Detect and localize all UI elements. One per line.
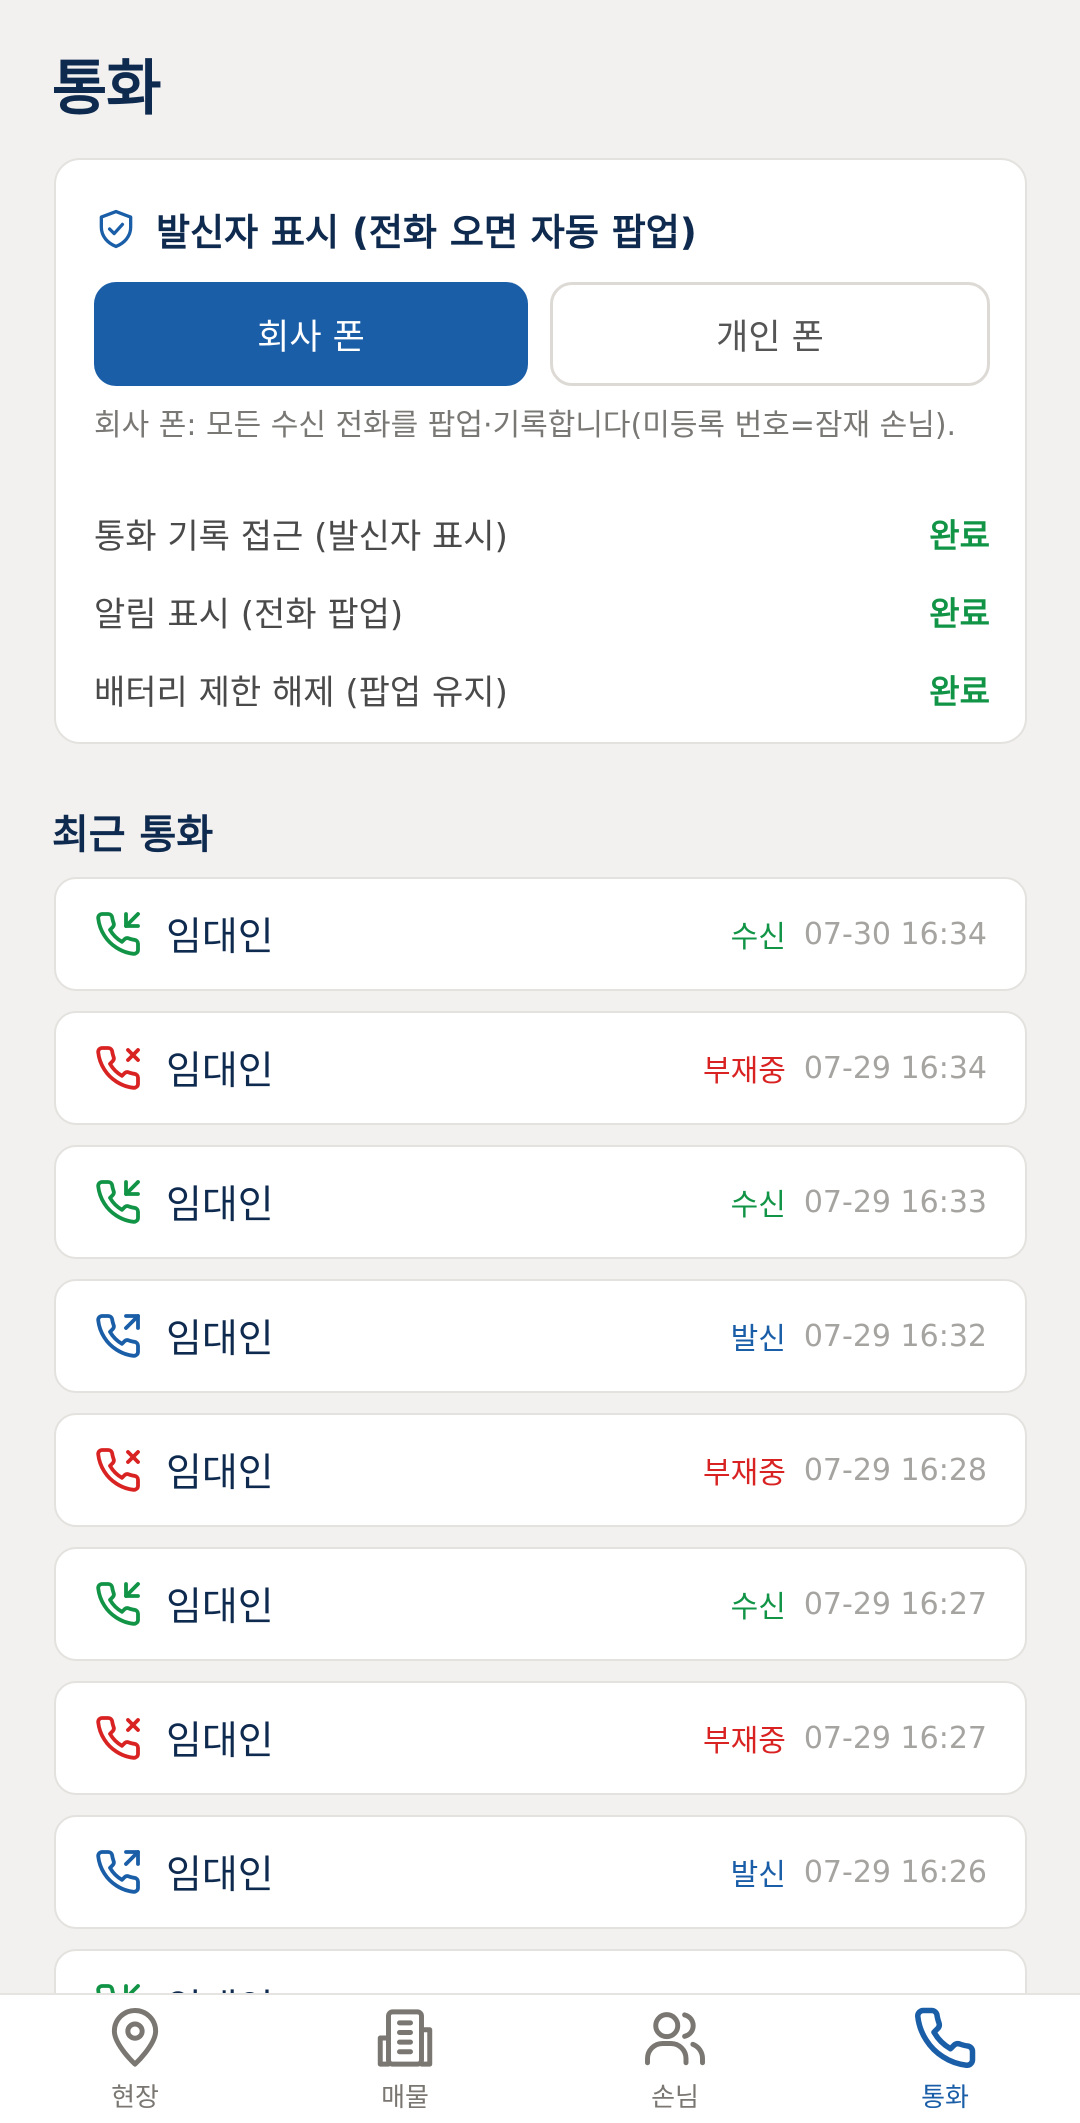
phone-icon bbox=[915, 2007, 976, 2068]
permission-status: 완료 bbox=[929, 516, 990, 555]
call-time: 07-30 16:34 bbox=[803, 916, 987, 952]
permission-row-call-log: 통화 기록 접근 (발신자 표시) 완료 bbox=[94, 494, 990, 572]
nav-label: 매물 bbox=[381, 2082, 429, 2113]
outgoing-call-icon bbox=[96, 1850, 140, 1894]
call-log-row[interactable]: 임대인수신 bbox=[54, 1949, 1027, 1993]
missed-call-icon bbox=[96, 1448, 140, 1492]
call-log-row[interactable]: 임대인 수신 07-29 16:27 bbox=[54, 1547, 1027, 1661]
caller-name: 임대인 bbox=[166, 1719, 274, 1764]
building-icon bbox=[377, 2008, 433, 2067]
incoming-call-icon bbox=[96, 1984, 140, 1993]
permission-label: 통화 기록 접근 (발신자 표시) bbox=[94, 516, 508, 557]
outgoing-call-icon bbox=[96, 1314, 140, 1358]
call-type-label: 수신 bbox=[914, 1984, 969, 1993]
call-type-label: 부재중 bbox=[703, 1054, 786, 1089]
nav-item-listings[interactable]: 매물 bbox=[270, 1995, 540, 2123]
recent-calls-list: 임대인 수신 07-30 16:34 임대인 부재중 07-29 16:34 임대인 수신 07… bbox=[54, 877, 1027, 1993]
call-type-label: 수신 bbox=[730, 920, 786, 955]
caller-id-description: 회사 폰: 모든 수신 전화를 팝업·기록합니다(미등록 번호=잠재 손님). bbox=[94, 408, 957, 443]
caller-id-card: 발신자 표시 (전화 오면 자동 팝업) 회사 폰 개인 폰 회사 폰: 모든 … bbox=[54, 158, 1027, 744]
permission-status: 완료 bbox=[929, 594, 990, 633]
call-log-row[interactable]: 임대인 수신 07-29 16:33 bbox=[54, 1145, 1027, 1259]
caller-name: 임대인 bbox=[166, 1853, 274, 1898]
permission-label: 알림 표시 (전화 팝업) bbox=[94, 594, 404, 635]
permission-list: 통화 기록 접근 (발신자 표시) 완료 알림 표시 (전화 팝업) 완료 배터… bbox=[94, 494, 990, 728]
call-time: 07-29 16:27 bbox=[803, 1586, 987, 1622]
users-icon bbox=[645, 2011, 705, 2065]
caller-name: 임대인 bbox=[166, 1978, 914, 1993]
incoming-call-icon bbox=[96, 1180, 140, 1224]
call-time: 07-29 16:33 bbox=[803, 1184, 987, 1220]
calls-screen: 통화 발신자 표시 (전화 오면 자동 팝업) 회사 폰 개인 폰 회사 폰: … bbox=[0, 0, 1080, 2123]
call-type-label: 발신 bbox=[730, 1858, 786, 1893]
call-type-label: 부재중 bbox=[703, 1456, 786, 1491]
shield-check-icon bbox=[99, 209, 133, 249]
call-log-row[interactable]: 임대인 부재중 07-29 16:34 bbox=[54, 1011, 1027, 1125]
nav-label: 통화 bbox=[921, 2082, 969, 2113]
call-type-label: 부재중 bbox=[703, 1724, 786, 1759]
nav-label: 손님 bbox=[651, 2082, 699, 2113]
permission-row-battery: 배터리 제한 해제 (팝업 유지) 완료 bbox=[94, 650, 990, 728]
caller-name: 임대인 bbox=[166, 915, 274, 960]
permission-row-notification: 알림 표시 (전화 팝업) 완료 bbox=[94, 572, 990, 650]
call-type-label: 발신 bbox=[730, 1322, 786, 1357]
permission-status: 완료 bbox=[929, 672, 990, 711]
nav-label: 현장 bbox=[111, 2082, 159, 2113]
map-pin-icon bbox=[111, 2007, 159, 2067]
page-title: 통화 bbox=[52, 54, 161, 124]
recent-calls-title: 최근 통화 bbox=[52, 812, 214, 858]
caller-id-title: 발신자 표시 (전화 오면 자동 팝업) bbox=[156, 211, 697, 254]
missed-call-icon bbox=[96, 1716, 140, 1760]
call-type-label: 수신 bbox=[730, 1188, 786, 1223]
permission-label: 배터리 제한 해제 (팝업 유지) bbox=[94, 672, 508, 713]
nav-item-site[interactable]: 현장 bbox=[0, 1995, 270, 2123]
incoming-call-icon bbox=[96, 912, 140, 956]
call-time: 07-29 16:32 bbox=[803, 1318, 987, 1354]
call-log-row[interactable]: 임대인 수신 07-30 16:34 bbox=[54, 877, 1027, 991]
call-time: 07-29 16:28 bbox=[803, 1452, 987, 1488]
bottom-navigation: 현장 매물 손님 통화 bbox=[0, 1993, 1080, 2123]
call-time: 07-29 16:27 bbox=[803, 1720, 987, 1756]
nav-item-calls[interactable]: 통화 bbox=[810, 1995, 1080, 2123]
call-log-row[interactable]: 임대인 발신 07-29 16:26 bbox=[54, 1815, 1027, 1929]
caller-name: 임대인 bbox=[166, 1585, 274, 1630]
call-type-label: 수신 bbox=[730, 1590, 786, 1625]
incoming-call-icon bbox=[96, 1582, 140, 1626]
call-log-row[interactable]: 임대인 부재중 07-29 16:27 bbox=[54, 1681, 1027, 1795]
caller-name: 임대인 bbox=[166, 1049, 274, 1094]
call-time: 07-29 16:34 bbox=[803, 1050, 987, 1086]
caller-name: 임대인 bbox=[166, 1451, 274, 1496]
personal-phone-button[interactable]: 개인 폰 bbox=[550, 282, 990, 386]
caller-id-header: 발신자 표시 (전화 오면 자동 팝업) bbox=[94, 202, 697, 256]
call-time: 07-29 16:26 bbox=[803, 1854, 987, 1890]
nav-item-customers[interactable]: 손님 bbox=[540, 1995, 810, 2123]
call-log-row[interactable]: 임대인 부재중 07-29 16:28 bbox=[54, 1413, 1027, 1527]
caller-name: 임대인 bbox=[166, 1317, 274, 1362]
company-phone-button[interactable]: 회사 폰 bbox=[94, 282, 528, 386]
missed-call-icon bbox=[96, 1046, 140, 1090]
caller-name: 임대인 bbox=[166, 1183, 274, 1228]
call-log-row[interactable]: 임대인 발신 07-29 16:32 bbox=[54, 1279, 1027, 1393]
phone-type-toggle: 회사 폰 개인 폰 bbox=[94, 282, 990, 386]
